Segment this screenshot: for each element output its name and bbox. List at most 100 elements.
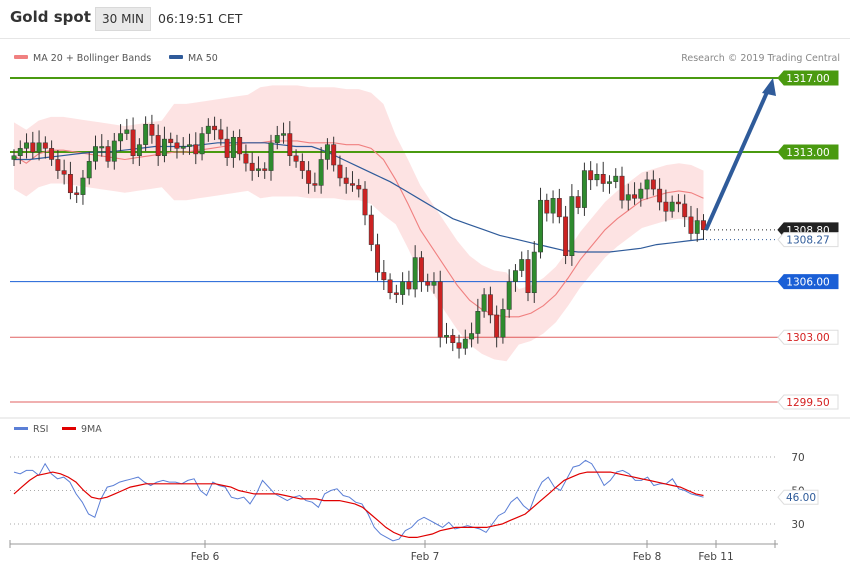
- candle-body: [212, 125, 218, 131]
- candle-body: [136, 144, 142, 157]
- candle-body: [657, 188, 663, 203]
- candle-body: [475, 311, 481, 334]
- forecast-arrow: [704, 78, 776, 231]
- candle-body: [80, 177, 86, 195]
- candle-body: [187, 144, 192, 147]
- level-tag-label: 1313.00: [786, 147, 829, 159]
- bollinger-band-area: [14, 85, 704, 362]
- candle-body: [563, 216, 569, 256]
- rsi-tick-label: 70: [791, 452, 804, 464]
- candle-body: [644, 179, 650, 190]
- candle-body: [331, 144, 337, 166]
- rsi-legend: RSI 9MA: [14, 424, 102, 435]
- ma9-legend-swatch: [62, 427, 76, 430]
- candle-body: [375, 244, 381, 273]
- candle-body: [450, 335, 456, 344]
- level-tag-label: 1306.00: [786, 277, 829, 289]
- candle-body: [337, 164, 343, 179]
- candle-body: [544, 199, 550, 214]
- candle-body: [600, 174, 606, 184]
- candle-body: [49, 148, 55, 160]
- candle-body: [444, 335, 449, 338]
- candle-body: [161, 138, 167, 157]
- candle-body: [218, 129, 224, 140]
- candle-body: [625, 194, 631, 201]
- ma50-legend-swatch: [169, 55, 183, 59]
- bollinger-legend-label: MA 20 + Bollinger Bands: [33, 53, 151, 64]
- candle-body: [168, 138, 174, 144]
- candle-body: [55, 159, 61, 171]
- time-axis-label: Feb 11: [698, 551, 733, 563]
- candle-body: [456, 342, 462, 349]
- candle-body: [425, 281, 431, 286]
- candle-body: [500, 309, 506, 338]
- candle-body: [299, 161, 305, 171]
- candle-body: [581, 170, 587, 208]
- candle-body: [268, 142, 274, 171]
- candle-body: [143, 124, 149, 145]
- time-axis-label: Feb 7: [411, 551, 440, 563]
- candle-body: [312, 183, 318, 186]
- candle-body: [381, 272, 387, 281]
- candle-body: [74, 192, 80, 195]
- candle-body: [155, 135, 161, 157]
- candle-body: [193, 144, 199, 155]
- candle-body: [469, 333, 475, 340]
- level-tag-label: 1308.27: [786, 235, 829, 247]
- candle-body: [324, 144, 330, 160]
- candle-body: [594, 174, 600, 181]
- candle-body: [481, 294, 487, 312]
- candle-body: [262, 168, 268, 171]
- forecast-arrow-head: [762, 78, 776, 96]
- ma9-legend-label: 9MA: [81, 424, 102, 435]
- candle-body: [249, 162, 255, 171]
- candle-body: [688, 216, 694, 234]
- bollinger-legend-swatch: [14, 55, 28, 59]
- level-tag-label: 1317.00: [786, 73, 829, 85]
- candle-body: [130, 129, 136, 157]
- candle-body: [368, 214, 374, 245]
- candle-body: [525, 259, 531, 294]
- candle-body: [205, 125, 211, 134]
- candle-body: [588, 170, 594, 181]
- rsi-panel: 70503046.00: [10, 452, 819, 542]
- candle-body: [506, 281, 512, 310]
- candle-body: [362, 188, 368, 216]
- candle-body: [418, 257, 424, 282]
- candle-body: [669, 201, 675, 212]
- time-axis-label: Feb 6: [191, 551, 220, 563]
- candle-body: [274, 135, 280, 144]
- rsi-tick-label: 30: [791, 519, 804, 531]
- level-tag-label: 1303.00: [786, 332, 829, 344]
- rsi-legend-label: RSI: [33, 424, 48, 435]
- candle-body: [682, 203, 688, 218]
- price-legend: MA 20 + Bollinger Bands MA 50 Research ©…: [14, 53, 840, 64]
- candle-body: [230, 136, 236, 158]
- candle-body: [387, 279, 393, 294]
- candle-body: [24, 142, 29, 149]
- candle-body: [287, 133, 293, 157]
- candle-body: [513, 270, 518, 282]
- candle-body: [11, 155, 17, 160]
- candle-body: [531, 251, 537, 294]
- candle-body: [393, 292, 399, 295]
- candle-body: [569, 196, 575, 256]
- candle-body: [99, 146, 105, 149]
- candle-body: [224, 138, 230, 158]
- candle-body: [694, 220, 700, 234]
- candle-body: [105, 146, 111, 162]
- rsi-legend-swatch: [14, 427, 28, 430]
- candle-body: [93, 146, 98, 162]
- candle-body: [519, 259, 525, 271]
- candle-body: [494, 314, 500, 338]
- ma50-legend-label: MA 50: [188, 53, 218, 64]
- candle-body: [550, 198, 556, 214]
- candle-body: [356, 185, 362, 190]
- credit-text: Research © 2019 Trading Central: [681, 53, 840, 64]
- candle-body: [663, 201, 669, 212]
- candle-body: [406, 281, 412, 290]
- forecast-arrow-shaft: [704, 89, 770, 231]
- candle-body: [607, 181, 612, 184]
- candle-body: [174, 142, 180, 149]
- candle-body: [256, 168, 261, 171]
